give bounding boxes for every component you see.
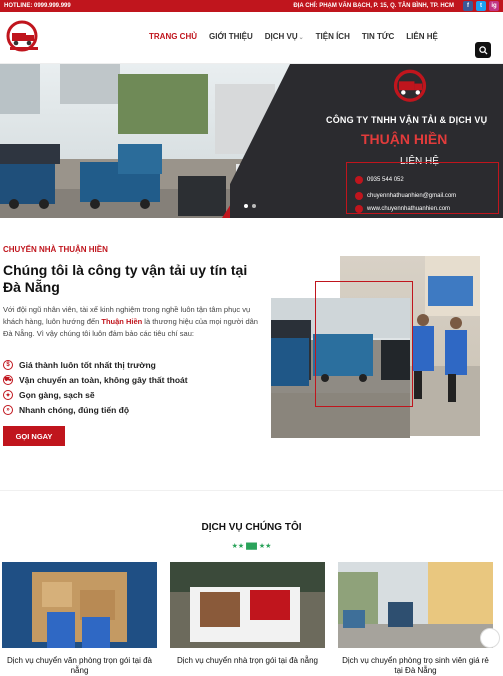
top-bar: HOTLINE: 0999.999.999 ĐỊA CHỈ: PHẠM VĂN … [0, 0, 503, 12]
nav-item-home[interactable]: TRANG CHỦ [143, 32, 203, 41]
nav-item-services[interactable]: DỊCH VỤ⌄ [259, 32, 310, 41]
banner-company-name: CÔNG TY TNHH VẬN TẢI & DỊCH VỤ [326, 115, 488, 125]
speed-icon: » [3, 405, 13, 415]
about-text: Với đội ngũ nhân viên, tài xế kinh nghiệ… [3, 304, 268, 340]
feature-item: ⛟ Vận chuyển an toàn, không gây thất thoá… [3, 375, 188, 385]
service-card-caption[interactable]: Dịch vụ chuyển phòng trọ sinh viên giá r… [338, 656, 493, 676]
slider-dots [244, 204, 256, 208]
banner-phone: 0935 544 052 [367, 177, 404, 183]
feature-label: Gọn gàng, sạch sẽ [19, 390, 95, 400]
section-divider [0, 490, 503, 491]
service-card-caption[interactable]: Dịch vụ chuyển văn phòng trọn gói tại đà… [2, 656, 157, 676]
nav-item-about[interactable]: GIỚI THIỆU [203, 32, 259, 41]
site-header: TRANG CHỦ GIỚI THIỆU DỊCH VỤ⌄ TIỆN ÍCH T… [0, 12, 503, 64]
service-card-image [338, 562, 493, 648]
banner-logo-icon [393, 69, 427, 102]
service-card-image [2, 562, 157, 648]
services-title-decoration: ★★ ▇▇ ★★ [231, 543, 272, 550]
mail-icon [355, 192, 363, 200]
nav-item-contact[interactable]: LIÊN HỆ [400, 32, 444, 41]
main-nav: TRANG CHỦ GIỚI THIỆU DỊCH VỤ⌄ TIỆN ÍCH T… [143, 32, 444, 41]
about-kicker: CHUYỂN NHÀ THUẬN HIỀN [3, 245, 108, 254]
service-card-caption[interactable]: Dịch vụ chuyển nhà trọn gói tại đà nẵng [170, 656, 325, 666]
twitter-icon[interactable]: t [476, 1, 486, 11]
about-text-brand: Thuận Hiền [101, 317, 143, 326]
feature-item: » Nhanh chóng, đúng tiến độ [3, 405, 129, 415]
chevron-down-icon: ⌄ [298, 35, 304, 41]
feature-label: Nhanh chóng, đúng tiến độ [19, 405, 130, 415]
banner-phone-row: 0935 544 052 [355, 176, 404, 184]
globe-icon [355, 205, 363, 213]
about-title: Chúng tôi là công ty vận tải uy tín tại … [3, 262, 248, 295]
banner-brand-name: THUẬN HIỀN [361, 131, 448, 147]
search-icon [478, 45, 488, 55]
chat-widget-icon[interactable] [480, 628, 500, 648]
slider-dot[interactable] [252, 204, 256, 208]
phone-icon [355, 176, 363, 184]
feature-label: Vận chuyển an toàn, không gây thất thoát [19, 375, 188, 385]
instagram-icon[interactable]: ig [489, 1, 499, 11]
site-logo[interactable] [4, 20, 44, 56]
search-button[interactable] [475, 42, 491, 58]
nav-item-services-label: DỊCH VỤ [264, 32, 298, 41]
services-title: DỊCH VỤ CHÚNG TÔI [201, 522, 302, 533]
hotline-text[interactable]: HOTLINE: 0999.999.999 [4, 3, 71, 9]
sparkle-icon: ✦ [3, 390, 13, 400]
truck-icon: ⛟ [3, 375, 13, 385]
slider-dot-active[interactable] [244, 204, 248, 208]
photo-red-frame [315, 281, 413, 407]
banner-email: chuyennhathuanhien@gmail.com [367, 193, 457, 199]
feature-label: Giá thành luôn tốt nhất thị trường [19, 360, 156, 370]
service-card-image [170, 562, 325, 648]
feature-item: ✦ Gọn gàng, sạch sẽ [3, 390, 95, 400]
nav-item-news[interactable]: TIN TỨC [356, 32, 400, 41]
address-text: ĐỊA CHỈ: PHẠM VĂN BẠCH, P. 15, Q. TÂN BÌ… [293, 3, 454, 9]
banner-website: www.chuyennhathuanhien.com [367, 206, 451, 212]
feature-item: $ Giá thành luôn tốt nhất thị trường [3, 360, 156, 370]
facebook-icon[interactable]: f [463, 1, 473, 11]
banner-website-row: www.chuyennhathuanhien.com [355, 205, 450, 213]
dollar-icon: $ [3, 360, 13, 370]
banner-email-row: chuyennhathuanhien@gmail.com [355, 192, 456, 200]
nav-item-utilities[interactable]: TIỆN ÍCH [310, 32, 356, 41]
call-now-button[interactable]: GỌI NGAY [3, 426, 65, 446]
